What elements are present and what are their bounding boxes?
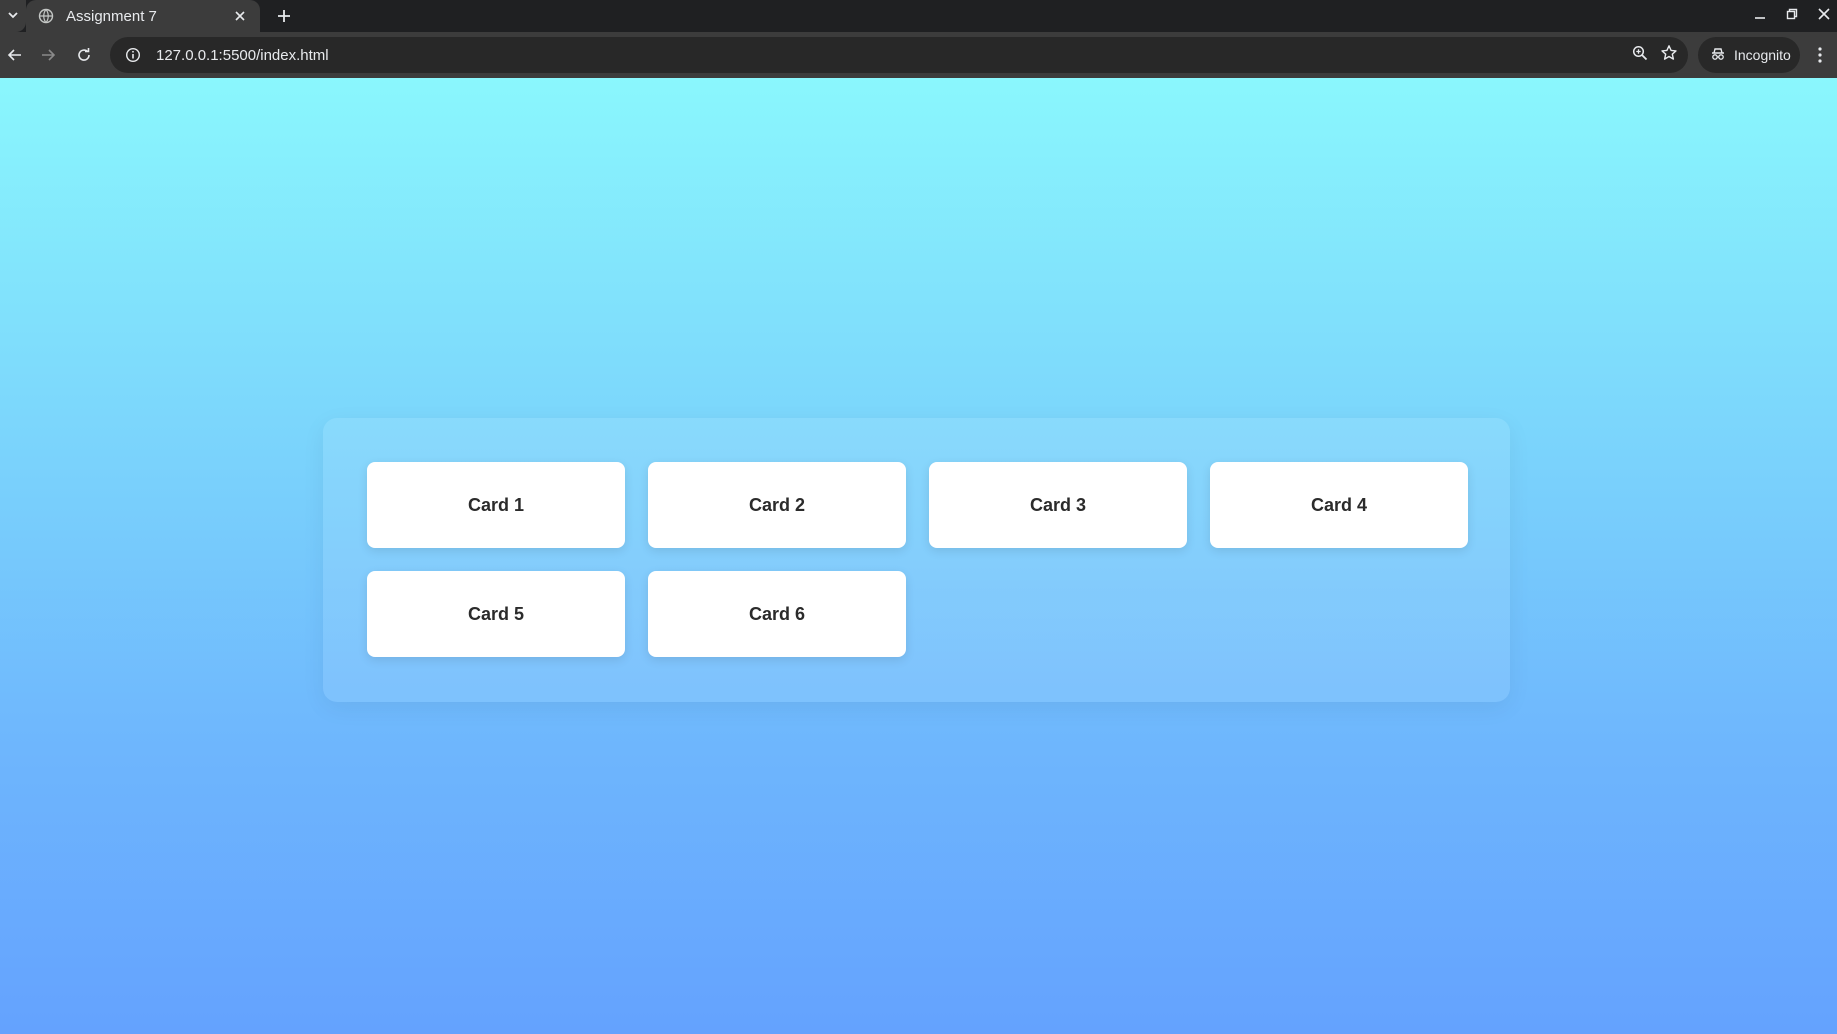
tab-close-icon[interactable] [230, 6, 250, 26]
new-tab-button[interactable] [272, 4, 296, 28]
arrow-left-icon [7, 49, 21, 61]
url-text[interactable]: 127.0.0.1:5500/index.html [156, 47, 329, 64]
tab-title: Assignment 7 [66, 7, 157, 25]
card-grid-container: Card 1 Card 2 Card 3 Card 4 Card 5 Card … [323, 418, 1510, 702]
card-5[interactable]: Card 5 [367, 571, 625, 657]
card-3[interactable]: Card 3 [929, 462, 1187, 548]
minimize-icon [1755, 17, 1765, 19]
bookmark-star-icon[interactable] [1660, 44, 1678, 67]
minimize-button[interactable] [1744, 0, 1776, 28]
reload-icon [78, 48, 90, 61]
tab-active[interactable]: Assignment 7 [26, 0, 260, 32]
arrow-right-icon [42, 49, 56, 61]
incognito-icon [1710, 46, 1726, 65]
more-vertical-icon [1818, 47, 1822, 63]
chevron-down-icon [7, 9, 19, 24]
card-2[interactable]: Card 2 [648, 462, 906, 548]
card-1[interactable]: Card 1 [367, 462, 625, 548]
restore-icon [1786, 8, 1798, 20]
zoom-icon[interactable] [1632, 45, 1648, 66]
incognito-label: Incognito [1734, 47, 1791, 63]
site-info-icon[interactable] [120, 42, 146, 68]
plus-icon [278, 10, 290, 22]
incognito-profile-button[interactable]: Incognito [1698, 37, 1800, 73]
card-6[interactable]: Card 6 [648, 571, 906, 657]
forward-button[interactable] [33, 40, 63, 70]
tab-search-button[interactable] [0, 0, 26, 32]
globe-icon [38, 8, 54, 24]
restore-button[interactable] [1776, 0, 1808, 28]
address-bar[interactable]: 127.0.0.1:5500/index.html [110, 37, 1688, 73]
close-window-button[interactable] [1808, 0, 1837, 28]
reload-button[interactable] [69, 40, 99, 70]
close-icon [1818, 8, 1830, 20]
page-viewport: Card 1 Card 2 Card 3 Card 4 Card 5 Card … [0, 78, 1837, 1034]
back-button[interactable] [0, 40, 30, 70]
card-4[interactable]: Card 4 [1210, 462, 1468, 548]
tab-strip: Assignment 7 [0, 0, 1837, 32]
browser-menu-button[interactable] [1808, 40, 1832, 70]
browser-toolbar: 127.0.0.1:5500/index.html Incognito [0, 32, 1837, 78]
